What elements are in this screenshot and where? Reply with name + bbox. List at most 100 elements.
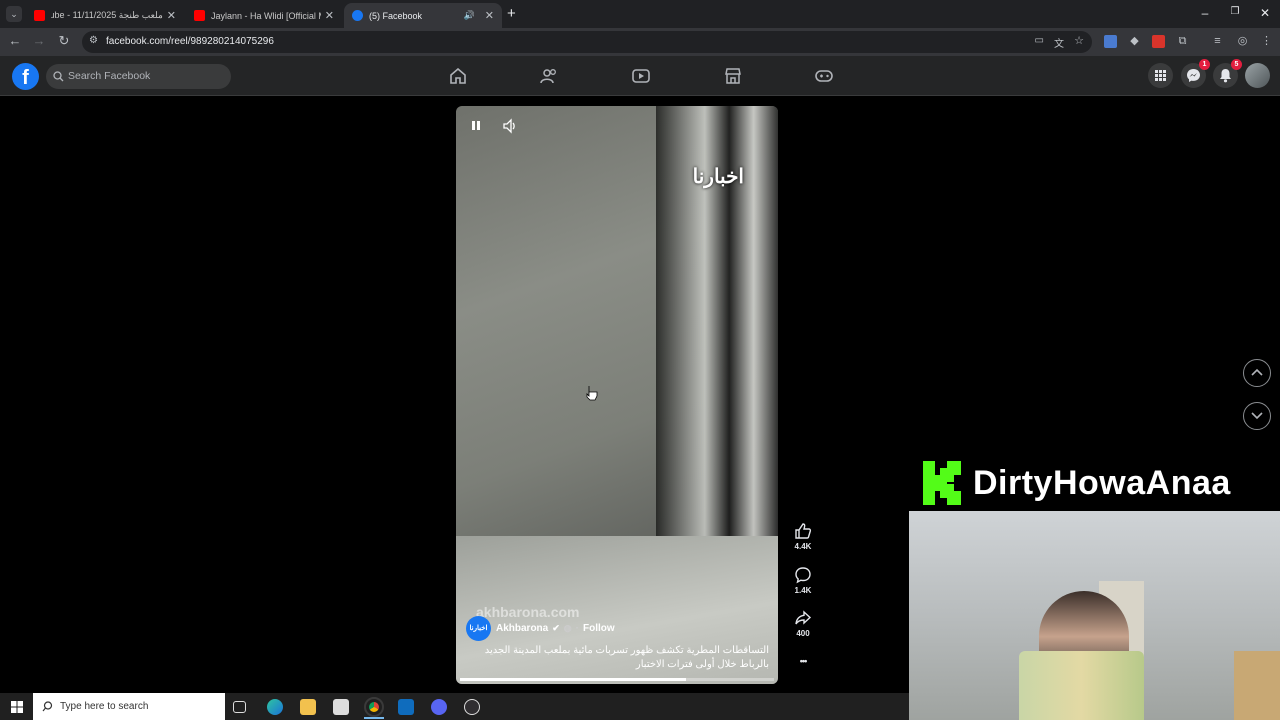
globe-icon: ◍ bbox=[563, 623, 572, 633]
speaker-icon[interactable]: 🔊 bbox=[464, 10, 475, 21]
media-controls-icon[interactable]: ≡ bbox=[1211, 35, 1224, 48]
profile-icon[interactable]: ◎ bbox=[1236, 35, 1249, 48]
chevron-up-icon bbox=[1251, 368, 1263, 376]
obs-icon[interactable] bbox=[464, 699, 480, 715]
discord-icon[interactable] bbox=[431, 699, 447, 715]
browser-tab-music-video[interactable]: Jaylann - Ha Wlidi [Official Music Video… bbox=[186, 3, 342, 28]
messenger-button[interactable]: 1 bbox=[1181, 59, 1210, 88]
kick-logo-icon bbox=[923, 461, 961, 505]
pause-icon[interactable] bbox=[468, 118, 484, 134]
comment-count: 1.4K bbox=[794, 586, 812, 595]
extensions-puzzle-icon[interactable]: ⧉ bbox=[1176, 35, 1189, 48]
separator-dot: · bbox=[575, 623, 579, 634]
facebook-logo[interactable]: f bbox=[12, 63, 39, 90]
facebook-favicon-icon bbox=[352, 10, 363, 21]
webcam-mug bbox=[1019, 651, 1144, 720]
author-name[interactable]: Akhbarona bbox=[496, 623, 548, 634]
facebook-header: f Search Facebook 1 5 bbox=[0, 56, 1280, 96]
youtube-icon bbox=[34, 10, 45, 21]
comment-button[interactable]: 1.4K bbox=[788, 566, 818, 595]
friends-icon[interactable] bbox=[540, 68, 558, 84]
task-view-icon[interactable] bbox=[233, 701, 246, 713]
streamer-name: DirtyHowaAnaa bbox=[973, 463, 1231, 502]
tab-title: Jaylann - Ha Wlidi [Official Music Video… bbox=[211, 10, 321, 21]
close-tab-icon[interactable]: ✕ bbox=[167, 9, 176, 22]
close-window-button[interactable]: ✕ bbox=[1255, 6, 1275, 20]
follow-button[interactable]: Follow bbox=[583, 623, 615, 634]
video-icon[interactable] bbox=[632, 68, 650, 84]
home-icon[interactable] bbox=[449, 68, 467, 84]
translate-icon[interactable]: 文 bbox=[1054, 35, 1064, 50]
minimize-button[interactable]: – bbox=[1195, 6, 1215, 20]
reload-icon[interactable]: ↻ bbox=[55, 33, 73, 49]
site-info-icon[interactable]: ⚙ bbox=[89, 35, 98, 46]
close-tab-icon[interactable]: ✕ bbox=[325, 9, 334, 22]
youtube-icon bbox=[194, 10, 205, 21]
notifications-button[interactable]: 5 bbox=[1213, 59, 1242, 88]
profile-avatar[interactable] bbox=[1245, 63, 1270, 88]
previous-reel-button[interactable] bbox=[1243, 359, 1271, 387]
notifications-badge: 5 bbox=[1231, 59, 1242, 70]
chrome-icon[interactable] bbox=[364, 697, 384, 717]
browser-tab-facebook[interactable]: (5) Facebook 🔊 ✕ bbox=[344, 3, 502, 28]
url-text: facebook.com/reel/989280214075296 bbox=[106, 36, 274, 47]
video-progress-fill bbox=[460, 678, 687, 681]
reel-video[interactable]: اخبارنا akhbarona.com اخبارنا Akhbarona … bbox=[456, 106, 778, 684]
search-icon bbox=[53, 71, 64, 82]
back-icon[interactable]: ← bbox=[6, 33, 24, 48]
restore-button[interactable]: ❐ bbox=[1225, 6, 1245, 17]
browser-tab-strip: ⌄ ملعب طنجة 11/11/2025 - YouTube ✕ Jayla… bbox=[0, 0, 1280, 28]
browser-menu-icon[interactable]: ⋮ bbox=[1260, 35, 1273, 48]
tab-search-button[interactable]: ⌄ bbox=[6, 6, 22, 22]
streamer-banner: DirtyHowaAnaa bbox=[923, 460, 1231, 506]
facebook-search-input[interactable]: Search Facebook bbox=[46, 64, 231, 89]
forward-icon[interactable]: → bbox=[30, 33, 48, 48]
messenger-badge: 1 bbox=[1199, 59, 1210, 70]
more-options-icon[interactable]: ••• bbox=[788, 656, 818, 666]
share-button[interactable]: 400 bbox=[788, 609, 818, 638]
like-button[interactable]: 4.4K bbox=[788, 522, 818, 551]
taskbar-search-input[interactable]: Type here to search bbox=[33, 693, 225, 720]
like-count: 4.4K bbox=[794, 542, 812, 551]
extension-red-icon[interactable] bbox=[1152, 35, 1165, 48]
webcam-door bbox=[1234, 651, 1280, 720]
marketplace-icon[interactable] bbox=[724, 68, 742, 84]
edge-icon[interactable] bbox=[267, 699, 283, 715]
video-progress-bar[interactable] bbox=[460, 678, 774, 681]
cast-icon[interactable]: ▭ bbox=[1035, 35, 1044, 46]
channel-watermark: اخبارنا bbox=[692, 166, 744, 188]
reel-author-row: اخبارنا Akhbarona ✔ ◍ · Follow bbox=[466, 616, 615, 641]
mouse-cursor-icon bbox=[586, 386, 598, 401]
windows-start-icon[interactable] bbox=[11, 701, 23, 713]
close-tab-icon[interactable]: ✕ bbox=[485, 9, 494, 22]
search-placeholder: Search Facebook bbox=[68, 70, 151, 82]
gaming-icon[interactable] bbox=[815, 68, 833, 84]
bookmark-star-icon[interactable]: ☆ bbox=[1074, 34, 1084, 47]
menu-grid-button[interactable] bbox=[1148, 63, 1173, 88]
volume-icon[interactable] bbox=[502, 118, 518, 134]
browser-tab-youtube[interactable]: ملعب طنجة 11/11/2025 - YouTube ✕ bbox=[26, 3, 184, 28]
share-count: 400 bbox=[796, 629, 810, 638]
chevron-down-icon bbox=[1251, 412, 1263, 420]
search-icon bbox=[42, 701, 53, 712]
extension-diamond-icon[interactable]: ◆ bbox=[1128, 35, 1141, 48]
windows-taskbar: Type here to search bbox=[0, 693, 909, 720]
messenger-icon bbox=[1187, 69, 1200, 82]
extension-translate-icon[interactable] bbox=[1104, 35, 1117, 48]
reel-caption: التساقطات المطرية تكشف ظهور تسربات مائية… bbox=[484, 645, 769, 670]
tab-title: ملعب طنجة 11/11/2025 - YouTube bbox=[51, 10, 163, 20]
like-icon bbox=[795, 523, 812, 539]
taskbar-search-placeholder: Type here to search bbox=[60, 701, 149, 712]
share-icon bbox=[795, 610, 812, 625]
browser-toolbar: ← → ↻ ⚙ facebook.com/reel/98928021407529… bbox=[0, 28, 1280, 56]
tab-title: (5) Facebook bbox=[369, 10, 423, 21]
store-icon[interactable] bbox=[333, 699, 349, 715]
address-bar[interactable]: ⚙ facebook.com/reel/989280214075296 ▭ 文 … bbox=[82, 31, 1092, 53]
author-avatar[interactable]: اخبارنا bbox=[466, 616, 491, 641]
file-explorer-icon[interactable] bbox=[300, 699, 316, 715]
next-reel-button[interactable] bbox=[1243, 402, 1271, 430]
comment-icon bbox=[795, 567, 811, 584]
active-app-indicator bbox=[364, 717, 384, 719]
new-tab-button[interactable]: + bbox=[507, 5, 516, 22]
outlook-icon[interactable] bbox=[398, 699, 414, 715]
